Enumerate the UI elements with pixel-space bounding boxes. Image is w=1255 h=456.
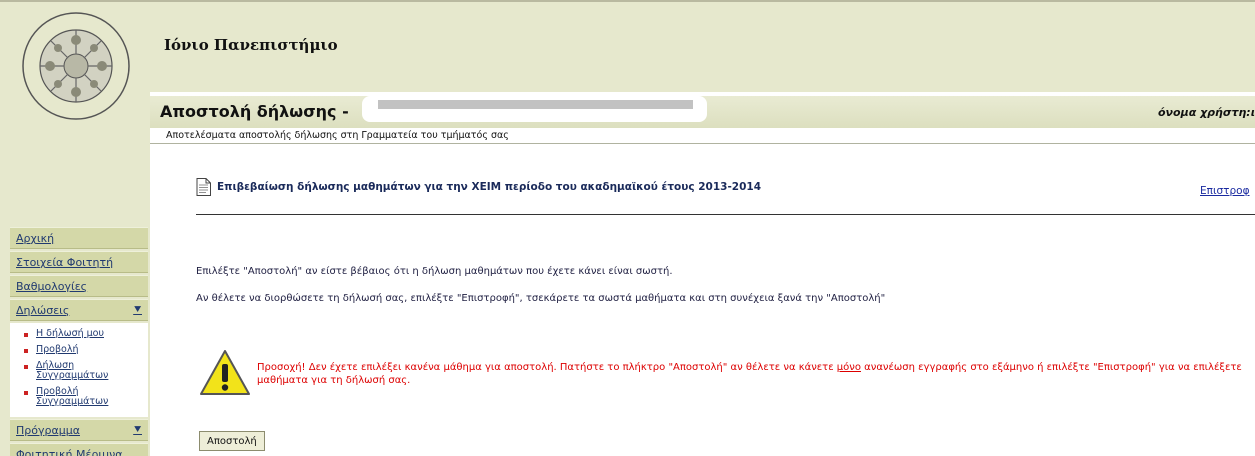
sidebar-item-student-info[interactable]: Στοιχεία Φοιτητή <box>10 251 148 273</box>
chevron-down-icon[interactable]: ⯆ <box>133 423 142 437</box>
sidebar-item-label: Δηλώσεις <box>16 303 70 317</box>
chevron-down-icon[interactable]: ⯆ <box>133 303 142 317</box>
sidebar-item-grades[interactable]: Βαθμολογίες <box>10 275 148 297</box>
redacted-field <box>362 96 707 122</box>
sidebar-item-label: Πρόγραμμα <box>16 423 80 437</box>
bullet-icon <box>24 333 28 337</box>
sidebar-item-label: Στοιχεία Φοιτητή <box>16 255 114 269</box>
warning-icon <box>200 350 250 395</box>
submenu-item-view[interactable]: Προβολή <box>24 345 148 355</box>
bullet-icon <box>24 349 28 353</box>
divider <box>196 214 1255 215</box>
page-title: Αποστολή δήλωσης - <box>160 102 349 121</box>
confirm-heading: Επιβεβαίωση δήλωσης μαθημάτων για την ΧΕ… <box>196 178 761 196</box>
submenu-item-view-textbooks[interactable]: Προβολή Συγγραμμάτων <box>24 387 148 407</box>
university-seal-logo <box>22 12 130 120</box>
sidebar-item-declarations[interactable]: Δηλώσεις ⯆ <box>10 299 148 321</box>
back-link[interactable]: Επιστροφ <box>1200 185 1250 197</box>
title-bar: Αποστολή δήλωσης - όνομα χρήστη:ι <box>150 96 1255 128</box>
page-subtitle: Αποτελέσματα αποστολής δήλωσης στη Γραμμ… <box>150 128 1255 144</box>
sidebar-item-schedule[interactable]: Πρόγραμμα ⯆ <box>10 419 148 441</box>
sidebar-item-label: Φοιτητική Μέριμνα <box>16 447 123 456</box>
sidebar-item-label: Βαθμολογίες <box>16 279 88 293</box>
sidebar-item-student-welfare[interactable]: Φοιτητική Μέριμνα <box>10 443 148 456</box>
send-button[interactable]: Αποστολή <box>199 431 265 451</box>
username-label: όνομα χρήστη:ι <box>1158 106 1255 119</box>
sidebar-item-label: Αρχική <box>16 231 55 245</box>
header: Ιόνιο Πανεπιστήμιο <box>150 2 1255 92</box>
confirm-title: Επιβεβαίωση δήλωσης μαθημάτων για την ΧΕ… <box>217 181 762 193</box>
bullet-icon <box>24 365 28 369</box>
page: Αρχική Στοιχεία Φοιτητή Βαθμολογίες Δηλώ… <box>0 0 1255 456</box>
submenu-item-my-declaration[interactable]: Η δήλωσή μου <box>24 329 148 339</box>
left-sidebar: Αρχική Στοιχεία Φοιτητή Βαθμολογίες Δηλώ… <box>0 2 150 456</box>
instruction-correct: Αν θέλετε να διορθώσετε τη δήλωσή σας, ε… <box>196 293 886 304</box>
warning-message: Προσοχή! Δεν έχετε επιλέξει κανένα μάθημ… <box>257 362 1242 386</box>
bullet-icon <box>24 391 28 395</box>
sidebar-item-home[interactable]: Αρχική <box>10 227 148 249</box>
submenu-item-textbook-declaration[interactable]: Δήλωση Συγγραμμάτων <box>24 361 148 381</box>
declarations-submenu: Η δήλωσή μου Προβολή Δήλωση Συγγραμμάτων… <box>10 323 148 417</box>
sidebar-menu: Αρχική Στοιχεία Φοιτητή Βαθμολογίες Δηλώ… <box>10 227 148 456</box>
university-title: Ιόνιο Πανεπιστήμιο <box>164 36 338 54</box>
instruction-send: Επιλέξτε "Αποστολή" αν είστε βέβαιος ότι… <box>196 266 673 277</box>
document-icon <box>196 178 211 196</box>
